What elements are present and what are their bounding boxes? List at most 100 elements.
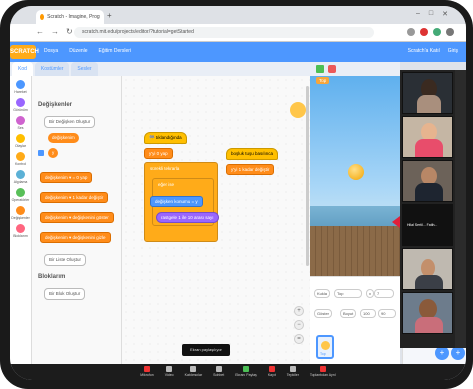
toolbar-label: Video <box>164 373 174 377</box>
when-flag-clicked-block[interactable]: 🏁 tıklandığında <box>144 132 187 144</box>
header-account: Scratch'a Katıl Giriş <box>408 48 458 54</box>
y-reporter-block[interactable]: y <box>48 148 59 158</box>
green-flag-icon[interactable] <box>316 65 324 73</box>
video-tile[interactable] <box>402 72 453 114</box>
category-events[interactable]: Olaylar <box>10 134 31 148</box>
category-my-blocks[interactable]: Bloklarım <box>10 224 31 238</box>
video-tile[interactable] <box>402 248 453 290</box>
extensions-row <box>407 28 454 36</box>
category-dot <box>16 206 25 215</box>
category-motion[interactable]: Hareket <box>10 80 31 94</box>
category-dot <box>16 134 25 143</box>
extension-icon[interactable] <box>407 28 415 36</box>
variable-reporter-block[interactable]: değişkenim <box>48 133 79 143</box>
category-sound[interactable]: Ses <box>10 116 31 130</box>
if-label: eğer ise <box>158 182 175 187</box>
stage-header <box>310 62 400 76</box>
close-window-button[interactable]: ✕ <box>442 10 448 18</box>
extension-icon[interactable] <box>420 28 428 36</box>
x-field[interactable]: 7 <box>374 289 394 298</box>
chat-button[interactable]: Sohbet <box>213 366 224 380</box>
participant-body <box>415 275 443 289</box>
zoom-in-button[interactable]: + <box>294 306 304 316</box>
category-label: Hareket <box>14 90 27 94</box>
add-backdrop-button[interactable]: + <box>451 346 465 360</box>
make-block-button[interactable]: Bir Blok Oluştur <box>44 288 86 300</box>
category-sensing[interactable]: Algılama <box>10 170 31 184</box>
video-button[interactable]: Video <box>165 366 174 380</box>
zoom-out-button[interactable]: − <box>294 320 304 330</box>
tab-costumes[interactable]: Kostümler <box>34 62 70 76</box>
category-dot <box>16 98 25 107</box>
participants-button[interactable]: Katılımcılar <box>184 366 203 380</box>
menu-edit[interactable]: Düzenle <box>69 48 87 54</box>
category-label: Olaylar <box>14 144 27 148</box>
category-variables[interactable]: Değişkenler <box>10 206 31 220</box>
people-icon <box>190 366 197 372</box>
profile-avatar-icon[interactable] <box>433 28 441 36</box>
menu-file[interactable]: Dosya <box>44 48 58 54</box>
tab-sounds[interactable]: Sesler <box>71 62 98 76</box>
video-tile-name-only[interactable]: Hilal Sertil... Fatih... <box>402 204 453 246</box>
make-list-button[interactable]: Bir Liste Oluştur <box>44 254 87 266</box>
change-variable-block[interactable]: değişkenim ▾ 1 kadar değiştir <box>40 192 109 203</box>
set-variable-block[interactable]: değişkenim ▾ = 0 yap <box>40 172 93 183</box>
video-tile[interactable] <box>402 292 453 334</box>
sprite-thumbnail[interactable]: Top <box>316 335 334 359</box>
hide-variable-block[interactable]: değişkenim ▾ değişkenini gizle <box>40 232 111 243</box>
browser-tab[interactable]: Scratch - Imagine, Program, Share <box>36 10 104 24</box>
menu-tutorials[interactable]: Eğitim Dersleri <box>99 48 132 54</box>
palette-title-my-blocks: Bloklarım <box>38 274 66 280</box>
toolbar-label: Ekranı Paylaş <box>235 373 257 377</box>
category-control[interactable]: Kontrol <box>10 152 31 166</box>
browser-tab-bar: Scratch - Imagine, Program, Share + – □ … <box>10 6 466 24</box>
tab-code[interactable]: Kod <box>12 62 33 76</box>
minimize-button[interactable]: – <box>416 10 420 18</box>
category-dot <box>16 80 25 89</box>
join-scratch-link[interactable]: Scratch'a Katıl <box>408 48 440 54</box>
url-field[interactable]: scratch.mit.edu/projects/editor/?tutoria… <box>74 27 374 38</box>
sign-in-link[interactable]: Giriş <box>448 48 458 54</box>
record-icon <box>268 366 275 372</box>
back-arrow-icon[interactable]: ← <box>36 27 44 36</box>
random-operator-block[interactable]: rastgele 1 ile 10 arası sayı <box>156 212 219 223</box>
category-dot <box>16 152 25 161</box>
zoom-reset-button[interactable]: = <box>294 334 304 344</box>
category-operators[interactable]: Operatörler <box>10 188 31 202</box>
reactions-button[interactable]: Tepkiler <box>287 366 299 380</box>
stage-backdrop-deck <box>310 226 400 276</box>
leave-meeting-button[interactable]: Toplantıdan Ayrıl <box>310 366 336 380</box>
code-scrollbar[interactable] <box>306 86 309 266</box>
ball-sprite[interactable] <box>348 164 364 180</box>
toolbar-label: Katılımcılar <box>184 373 203 377</box>
set-y-block[interactable]: y'yi 0 yap <box>144 148 173 159</box>
record-button[interactable]: Kayıt <box>268 366 276 380</box>
mute-button[interactable]: Mikrofon <box>140 366 154 380</box>
direction-field[interactable]: 90 <box>378 309 396 318</box>
screen-sharing-banner[interactable]: Ekran paylaşılıyor <box>182 344 230 356</box>
when-key-pressed-block[interactable]: boşluk tuşu basılınca <box>226 148 279 160</box>
new-tab-button[interactable]: + <box>107 11 112 20</box>
change-y-block[interactable]: y'yi 1 kadar değiştir <box>226 164 275 175</box>
more-menu-icon[interactable] <box>446 28 454 36</box>
video-tile[interactable] <box>402 116 453 158</box>
participant-body <box>415 317 443 333</box>
stage[interactable] <box>310 76 400 276</box>
participant-avatar <box>419 299 437 319</box>
stop-sign-icon[interactable] <box>328 65 336 73</box>
add-sprite-button[interactable]: + <box>435 346 449 360</box>
show-variable-block[interactable]: değişkenim ▾ değişkenini göster <box>40 212 114 223</box>
sprite-name-field[interactable]: Top <box>334 289 362 298</box>
variable-checkbox[interactable] <box>38 150 44 156</box>
code-area[interactable]: 🏁 tıklandığında y'yi 0 yap sürekli tekra… <box>122 76 310 366</box>
share-screen-button[interactable]: Ekranı Paylaş <box>235 366 257 380</box>
category-looks[interactable]: Görünüm <box>10 98 31 112</box>
make-variable-button[interactable]: Bir Değişken Oluştur <box>44 116 96 128</box>
size-field[interactable]: 100 <box>360 309 376 318</box>
video-tile[interactable] <box>402 160 453 202</box>
maximize-button[interactable]: □ <box>429 10 433 18</box>
forward-arrow-icon[interactable]: → <box>51 27 59 36</box>
reload-icon[interactable]: ↻ <box>66 27 73 36</box>
sensing-condition-block[interactable]: değişken konumu = y <box>150 196 203 207</box>
scratch-logo[interactable]: SCRATCH <box>10 45 39 59</box>
